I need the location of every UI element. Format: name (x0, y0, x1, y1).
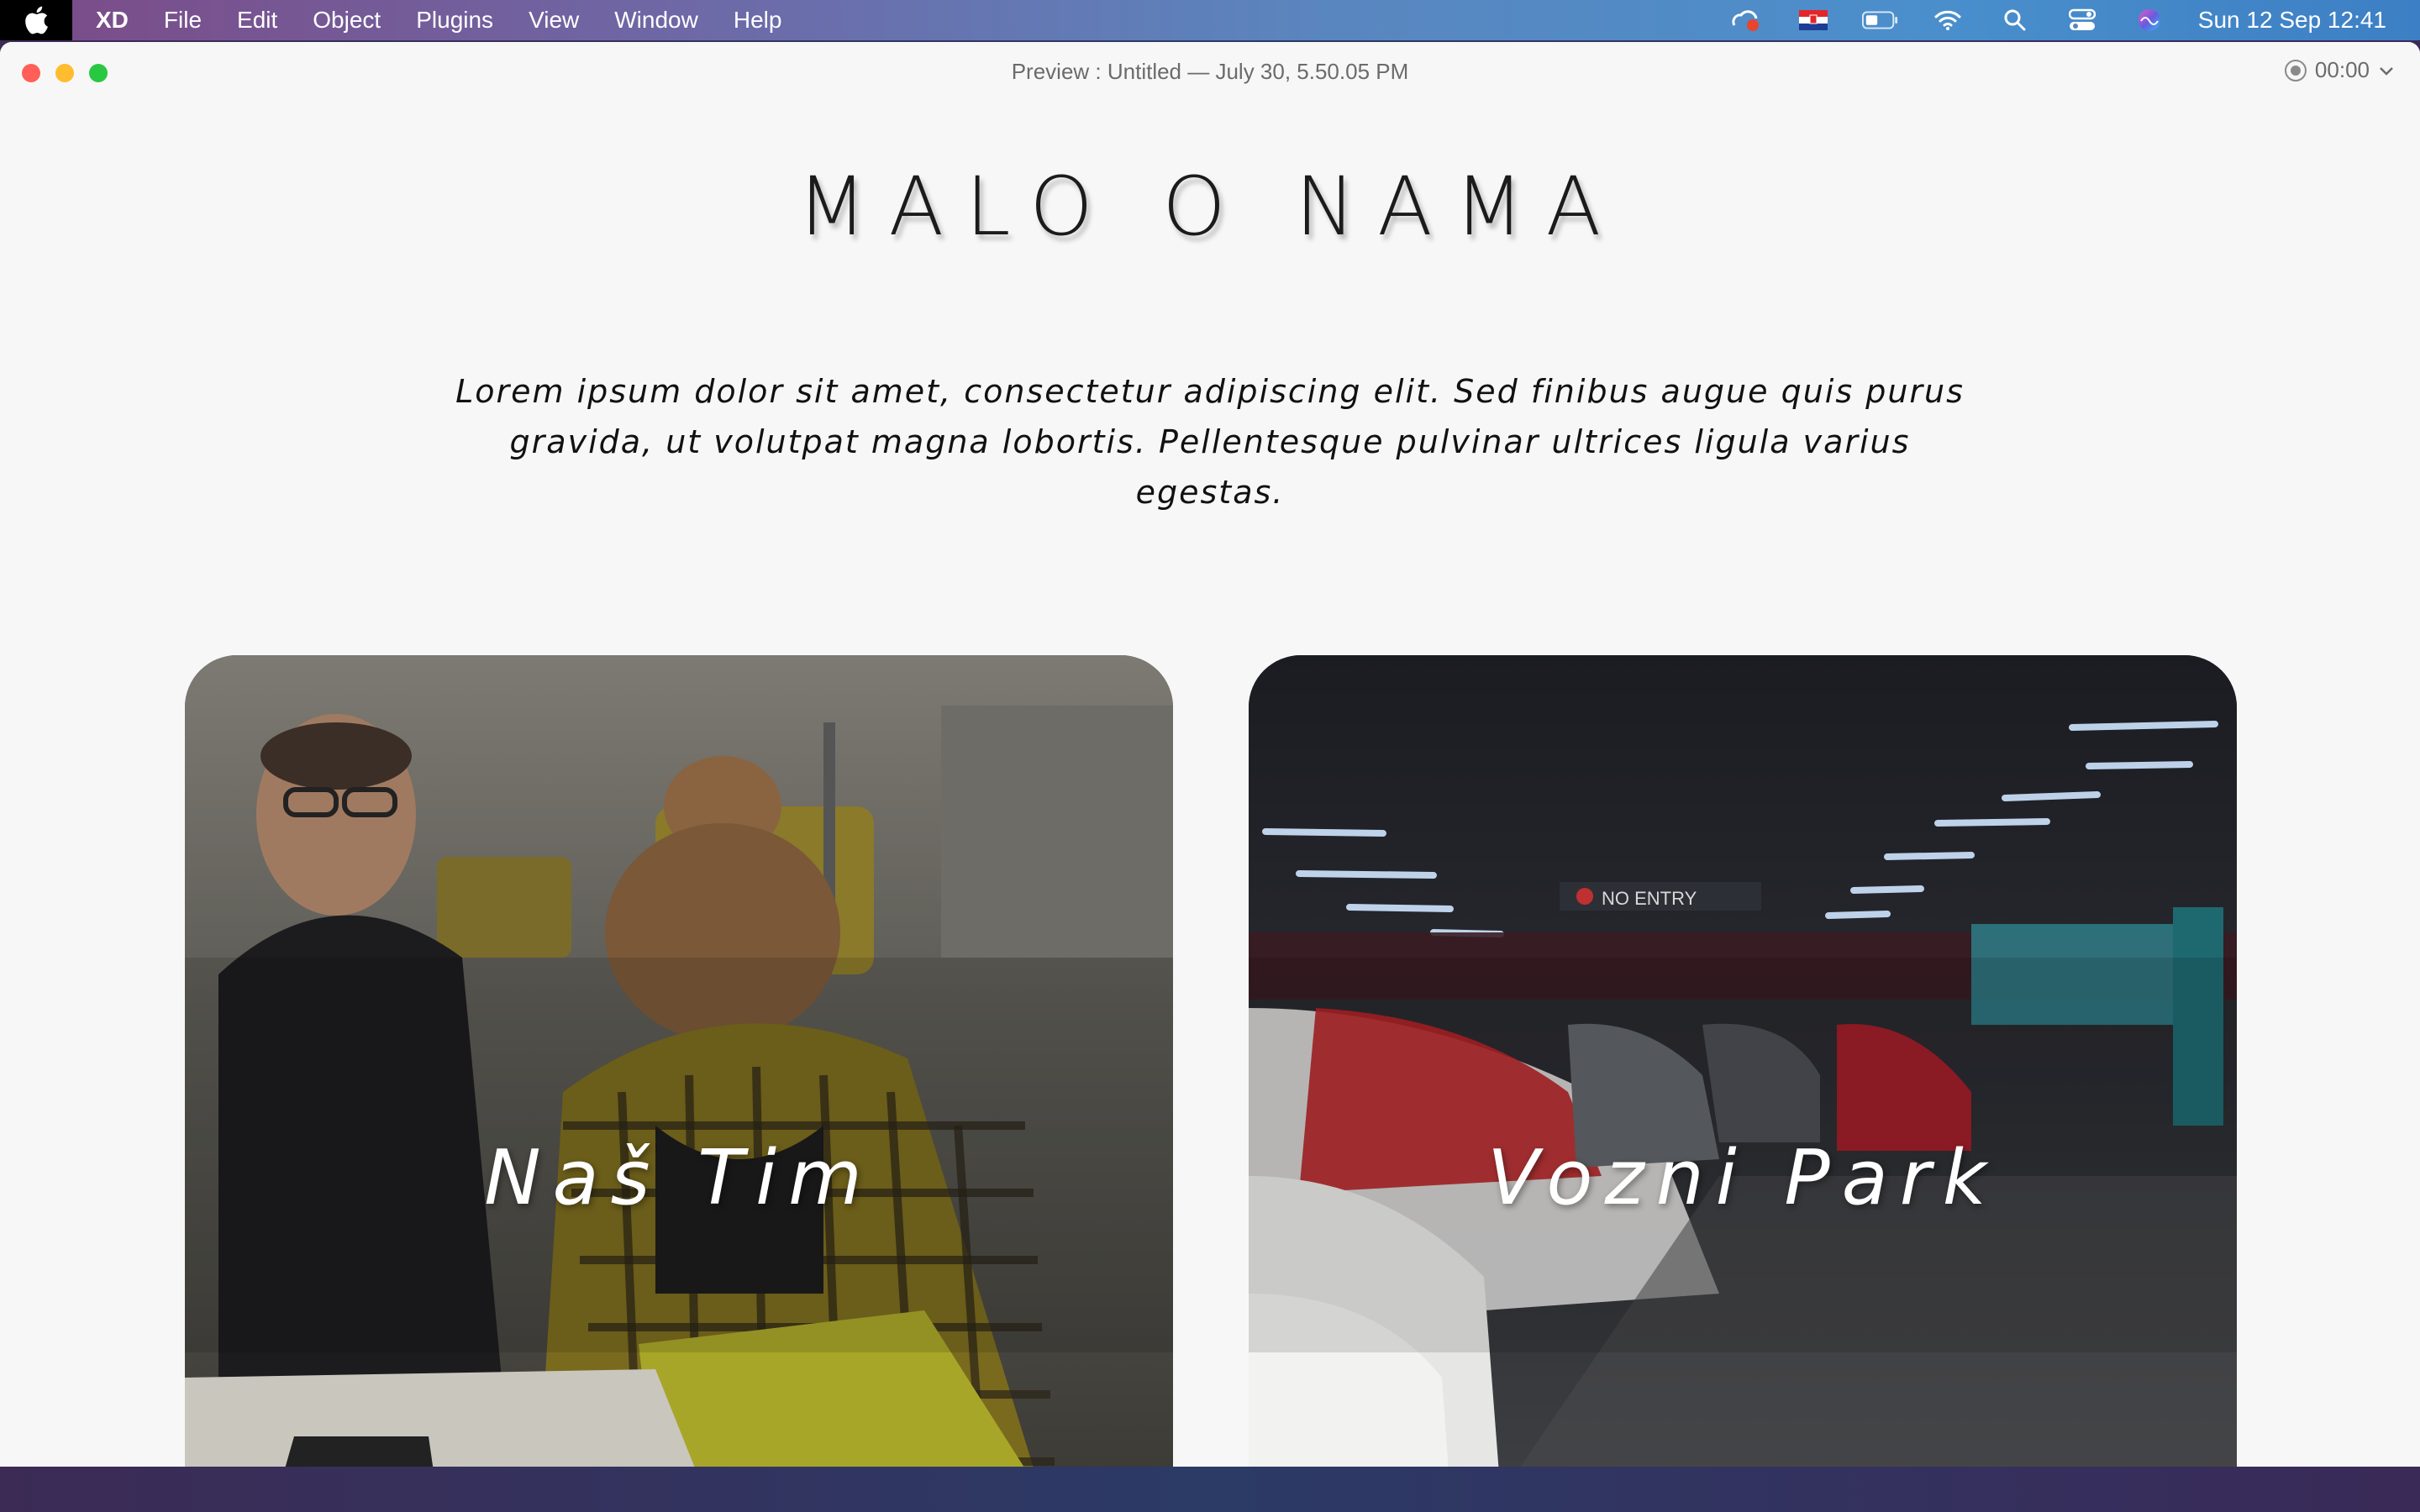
menu-view[interactable]: View (529, 0, 579, 40)
menu-plugins[interactable]: Plugins (416, 0, 493, 40)
window-title: Preview : Untitled — July 30, 5.50.05 PM (1011, 59, 1409, 84)
menu-file[interactable]: File (164, 0, 202, 40)
apple-icon (25, 6, 48, 34)
siri-icon[interactable] (2131, 7, 2168, 34)
apple-menu[interactable] (0, 0, 72, 40)
chevron-down-icon (2380, 66, 2393, 76)
spotlight-search-icon[interactable] (1996, 7, 2033, 34)
keyboard-flag-icon[interactable] (1795, 7, 1832, 34)
fleet-card[interactable]: NO ENTRY Vozni Park (1249, 655, 2237, 1467)
menu-bar: XD File Edit Object Plugins View Window … (0, 0, 2420, 40)
creative-cloud-icon[interactable] (1728, 7, 1765, 34)
menu-help[interactable]: Help (734, 0, 782, 40)
menu-object[interactable]: Object (313, 0, 381, 40)
control-center-icon[interactable] (2064, 7, 2101, 34)
wifi-icon[interactable] (1929, 7, 1966, 34)
menu-clock[interactable]: Sun 12 Sep 12:41 (2198, 7, 2386, 34)
menu-app-name[interactable]: XD (96, 0, 129, 40)
team-photo (185, 655, 1173, 1467)
status-tray: Sun 12 Sep 12:41 (1728, 0, 2420, 40)
window-titlebar: Preview : Untitled — July 30, 5.50.05 PM… (0, 42, 2420, 104)
fleet-card-label: Vozni Park (1487, 1134, 1998, 1222)
record-control[interactable]: 00:00 (2284, 57, 2395, 83)
menu-edit[interactable]: Edit (237, 0, 277, 40)
record-icon (2284, 59, 2307, 81)
page-title: MALO O NAMA (797, 160, 1623, 254)
battery-icon[interactable] (1861, 7, 1899, 34)
no-entry-sign: NO ENTRY (1602, 888, 1697, 909)
team-card[interactable]: Naš Tim (185, 655, 1173, 1467)
menu-window[interactable]: Window (614, 0, 698, 40)
team-card-label: Naš Tim (484, 1134, 874, 1222)
preview-window: Preview : Untitled — July 30, 5.50.05 PM… (0, 42, 2420, 1467)
parking-photo: NO ENTRY (1249, 655, 2237, 1467)
intro-text: Lorem ipsum dolor sit amet, consectetur … (455, 373, 1965, 511)
record-timer: 00:00 (2314, 57, 2370, 82)
